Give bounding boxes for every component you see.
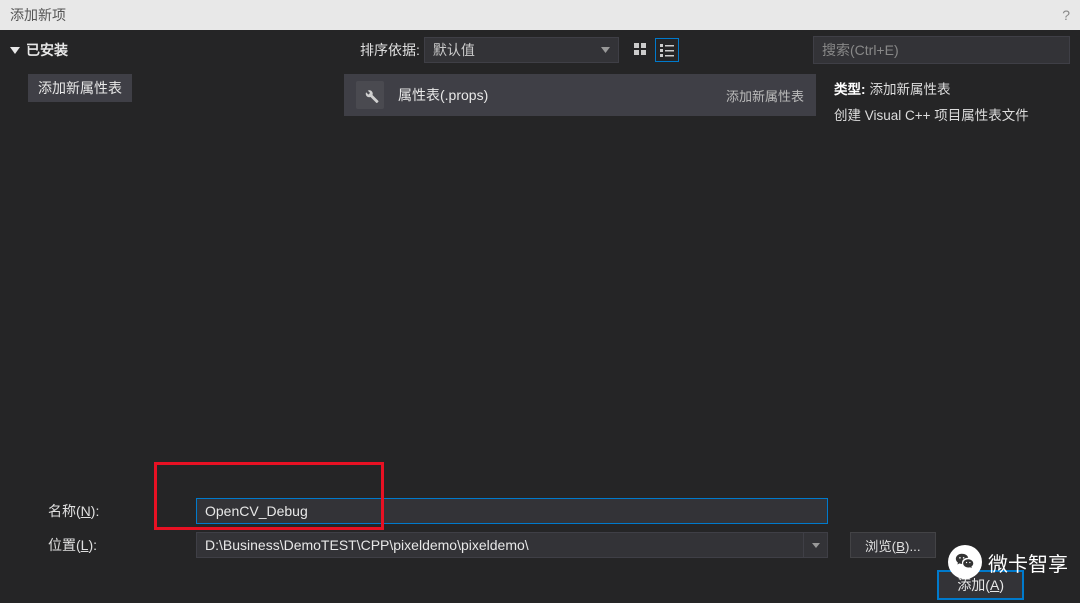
bottom-form: 名称(N): 位置(L): D:\Business\DemoTEST\CPP\p…: [0, 488, 1080, 568]
detail-type-label: 类型:: [834, 78, 866, 98]
location-dropdown[interactable]: [804, 532, 828, 558]
sort-label: 排序依据:: [360, 40, 420, 60]
view-list-button[interactable]: [655, 38, 679, 62]
tree-item-add-props[interactable]: 添加新属性表: [28, 74, 132, 102]
title-bar: 添加新项 ?: [0, 0, 1080, 30]
toolbar: 已安装 排序依据: 默认值 搜索(Ctrl+E): [0, 30, 1080, 70]
location-value: D:\Business\DemoTEST\CPP\pixeldemo\pixel…: [205, 537, 529, 553]
wrench-icon: [356, 81, 384, 109]
triangle-down-icon: [10, 45, 20, 55]
tree-item-label: 添加新属性表: [38, 80, 122, 96]
template-item-props[interactable]: 属性表(.props) 添加新属性表: [344, 74, 816, 116]
detail-type-value: 添加新属性表: [870, 78, 951, 98]
template-type: 添加新属性表: [726, 86, 804, 105]
search-placeholder: 搜索(Ctrl+E): [822, 40, 899, 60]
name-input[interactable]: [196, 498, 828, 524]
sort-select[interactable]: 默认值: [424, 37, 619, 63]
browse-button[interactable]: 浏览(B)...: [850, 532, 936, 558]
search-input[interactable]: 搜索(Ctrl+E): [813, 36, 1070, 64]
chevron-down-icon: [601, 47, 610, 53]
name-label: 名称(N):: [10, 501, 196, 521]
tree-root-label: 已安装: [26, 40, 68, 60]
details-pane: 类型: 添加新属性表 创建 Visual C++ 项目属性表文件: [820, 70, 1077, 470]
add-button[interactable]: 添加(A): [937, 570, 1024, 600]
location-input[interactable]: D:\Business\DemoTEST\CPP\pixeldemo\pixel…: [196, 532, 804, 558]
template-name: 属性表(.props): [398, 85, 712, 105]
tree-root-installed[interactable]: 已安装: [10, 36, 350, 64]
chevron-down-icon: [812, 543, 820, 548]
detail-desc: 创建 Visual C++ 项目属性表文件: [834, 104, 1029, 124]
main-area: 添加新属性表 属性表(.props) 添加新属性表 类型: 添加新属性表 创建 …: [0, 70, 1080, 470]
help-icon[interactable]: ?: [1062, 7, 1070, 23]
view-grid-button[interactable]: [629, 38, 653, 62]
sort-value: 默认值: [433, 40, 475, 60]
window-title: 添加新项: [10, 5, 66, 25]
location-label: 位置(L):: [10, 535, 196, 555]
